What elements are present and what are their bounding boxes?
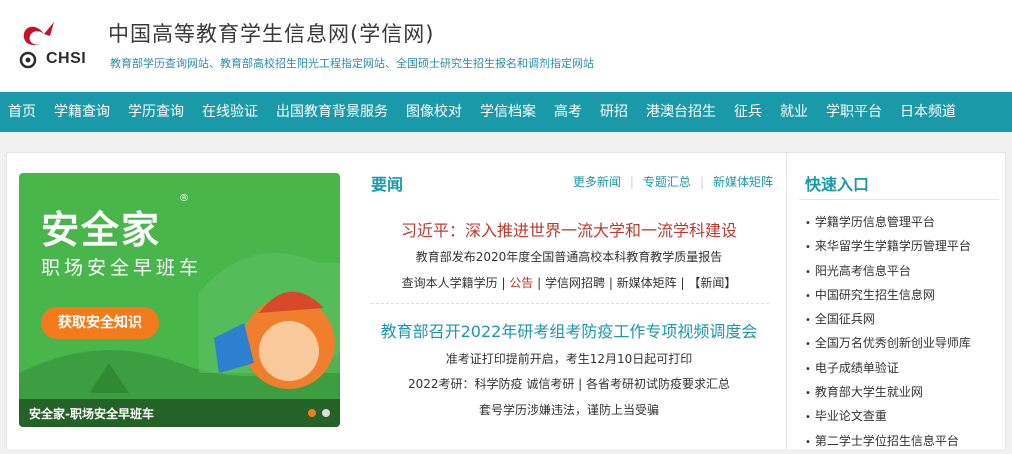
site-title: 中国高等教育学生信息网(学信网): [108, 22, 435, 46]
news-line-1[interactable]: 教育部发布2020年度全国普通高校本科教育教学质量报告: [353, 248, 785, 265]
nav-item-jiuye[interactable]: 就业: [771, 92, 817, 132]
nav-item-verify[interactable]: 在线验证: [193, 92, 267, 132]
banner-subtitle: 职场安全早班车: [41, 257, 203, 279]
main-nav: 首页 学籍查询 学历查询 在线验证 出国教育背景服务 图像校对 学信档案 高考 …: [0, 92, 1012, 132]
quick-entry-list: 学籍学历信息管理平台 来华留学生学籍学历管理平台 阳光高考信息平台 中国研究生招…: [805, 211, 971, 454]
quick-item[interactable]: 学籍学历信息管理平台: [805, 211, 971, 235]
news-line-5[interactable]: 套号学历涉嫌违法，谨防上当受骗: [353, 401, 785, 418]
quick-item[interactable]: 教育部大学生就业网: [805, 381, 971, 405]
banner-caption-text: 安全家-职场安全早班车: [29, 407, 154, 421]
site-subtitle: 教育部学历查询网站、教育部高校招生阳光工程指定网站、全国硕士研究生招生报名和调剂…: [110, 57, 594, 70]
quick-item[interactable]: 中国研究生招生信息网: [805, 284, 971, 308]
new-media-link[interactable]: 新媒体矩阵: [713, 175, 773, 189]
registered-mark-icon: ®: [179, 193, 189, 204]
nav-item-zhengbing[interactable]: 征兵: [725, 92, 771, 132]
carousel-dot-active[interactable]: [308, 409, 316, 417]
banner-caption: 安全家-职场安全早班车: [19, 399, 340, 427]
notice-link[interactable]: 公告: [509, 276, 533, 290]
nav-item-home[interactable]: 首页: [0, 92, 45, 132]
nav-item-xueli[interactable]: 学历查询: [119, 92, 193, 132]
banner-title: 安全家: [41, 208, 162, 252]
promo-banner[interactable]: 安全家 ® 职场安全早班车 获取安全知识 安全家-职场安全早班车: [19, 173, 340, 427]
quick-item[interactable]: 第二学士学位招生信息平台: [805, 430, 971, 454]
headline-link-2[interactable]: 教育部召开2022年研考组考防疫工作专项视频调度会: [353, 318, 785, 342]
nav-item-hmt[interactable]: 港澳台招生: [637, 92, 725, 132]
carousel-dot[interactable]: [322, 409, 330, 417]
quick-entry-heading: 快速入口: [805, 175, 870, 194]
news-line-4[interactable]: 2022考研：科学防疫 诚信考研 | 各省考研初试防疫要求汇总: [353, 375, 785, 392]
news-line-3[interactable]: 准考证打印提前开启，考生12月10日起可打印: [353, 350, 785, 367]
headline-link-1[interactable]: 习近平：深入推进世界一流大学和一流学科建设: [353, 217, 785, 241]
nav-item-xuezhi[interactable]: 学职平台: [817, 92, 891, 132]
nav-item-japan[interactable]: 日本频道: [891, 92, 965, 132]
quick-item[interactable]: 全国万名优秀创新创业导师库: [805, 332, 971, 356]
more-news-link[interactable]: 更多新闻: [573, 175, 621, 189]
quick-entry-divider: [799, 199, 999, 200]
quick-entry-panel: 快速入口 学籍学历信息管理平台 来华留学生学籍学历管理平台 阳光高考信息平台 中…: [787, 153, 1005, 449]
news-line-2: 查询本人学籍学历 | 公告 | 学信网招聘 | 新媒体矩阵 | 【新闻】: [401, 276, 737, 290]
news-panel: 要闻 更多新闻 | 专题汇总 | 新媒体矩阵 习近平：深入推进世界一流大学和一流学科建设…: [353, 153, 785, 449]
quick-item[interactable]: 阳光高考信息平台: [805, 260, 971, 284]
main-content: 安全家 ® 职场安全早班车 获取安全知识 安全家-职场安全早班车 要闻 更多新闻…: [6, 152, 1006, 449]
nav-item-xueji[interactable]: 学籍查询: [45, 92, 119, 132]
nav-item-yanzhao[interactable]: 研招: [591, 92, 637, 132]
quick-item[interactable]: 电子成绩单验证: [805, 357, 971, 381]
nav-item-image-check[interactable]: 图像校对: [397, 92, 471, 132]
news-divider: [371, 303, 769, 304]
quick-item[interactable]: 来华留学生学籍学历管理平台: [805, 235, 971, 259]
quick-item[interactable]: 全国征兵网: [805, 308, 971, 332]
nav-item-gaokao[interactable]: 高考: [545, 92, 591, 132]
logo-text: CHSI: [46, 50, 87, 67]
quick-item[interactable]: 毕业论文查重: [805, 405, 971, 429]
news-heading: 要闻: [371, 175, 404, 194]
news-tag-link[interactable]: 【新闻】: [688, 276, 736, 290]
media-matrix-link[interactable]: 新媒体矩阵: [617, 276, 677, 290]
topics-link[interactable]: 专题汇总: [643, 175, 691, 189]
jobs-link[interactable]: 学信网招聘: [545, 276, 605, 290]
query-xueji-link[interactable]: 查询本人学籍学历: [402, 276, 498, 290]
get-safety-knowledge-button[interactable]: 获取安全知识: [41, 307, 159, 339]
news-links: 更多新闻 | 专题汇总 | 新媒体矩阵: [572, 175, 773, 189]
nav-item-archive[interactable]: 学信档案: [471, 92, 545, 132]
site-header: CHSI 中国高等教育学生信息网(学信网) 教育部学历查询网站、教育部高校招生阳…: [0, 0, 1012, 92]
nav-item-abroad[interactable]: 出国教育背景服务: [267, 92, 397, 132]
